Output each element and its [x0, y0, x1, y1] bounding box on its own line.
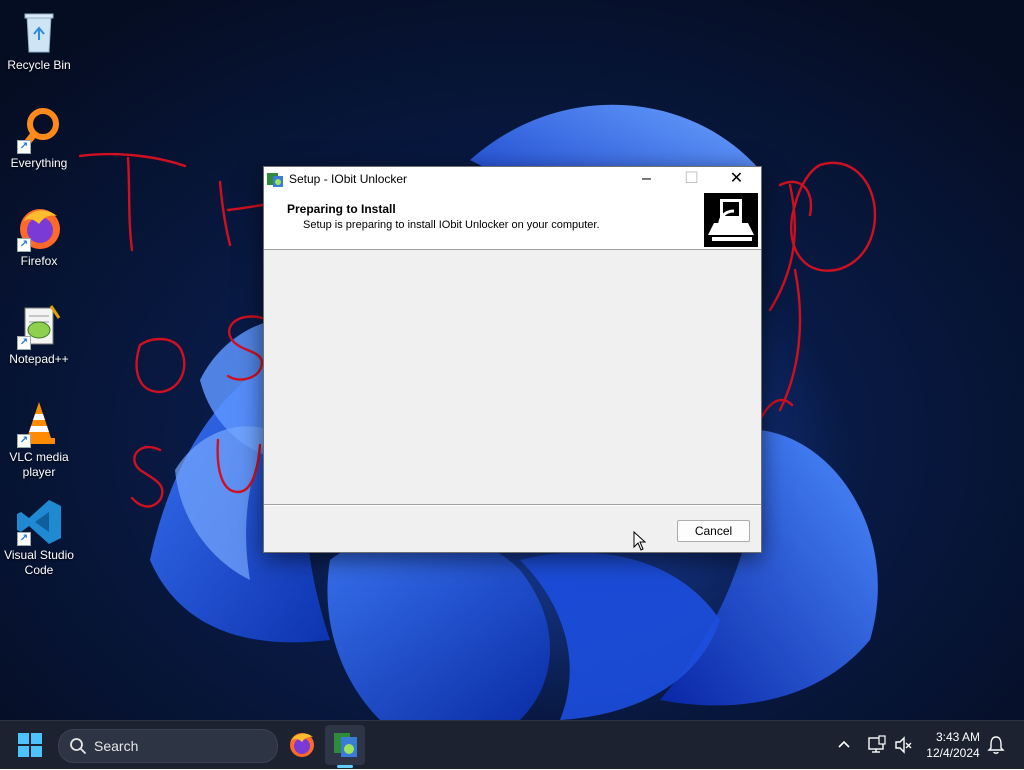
desktop-icon-label: VLC media player	[9, 450, 69, 479]
desktop-icon-recycle-bin[interactable]: Recycle Bin	[0, 8, 78, 73]
vlc-cone-icon: ↗	[15, 400, 63, 448]
minimize-button[interactable]: –	[624, 167, 669, 191]
taskbar-firefox-button[interactable]	[286, 729, 318, 761]
cancel-button[interactable]: Cancel	[677, 520, 750, 542]
window-titlebar[interactable]: Setup - IObit Unlocker – ☐ ✕	[264, 167, 761, 191]
desktop-icon-vlc[interactable]: ↗ VLC media player	[0, 400, 78, 480]
desktop-icon-label: Visual Studio Code	[4, 548, 74, 577]
shortcut-arrow-icon: ↗	[17, 336, 31, 350]
shortcut-arrow-icon: ↗	[17, 238, 31, 252]
clock-date[interactable]: 12/4/2024	[913, 746, 993, 760]
notification-bell-icon[interactable]	[987, 735, 1005, 755]
wizard-body	[264, 250, 761, 504]
wizard-page-subtitle: Setup is preparing to install IObit Unlo…	[303, 219, 600, 231]
volume-muted-icon[interactable]	[894, 735, 914, 755]
firefox-icon: ↗	[15, 204, 63, 252]
setup-app-icon	[267, 173, 283, 187]
close-button[interactable]: ✕	[714, 167, 759, 191]
search-icon	[70, 738, 86, 754]
desktop-icon-vscode[interactable]: ↗ Visual Studio Code	[0, 498, 78, 578]
tray-overflow-chevron-icon[interactable]	[836, 735, 852, 755]
desktop-background: Recycle Bin ↗ Everything ↗ Firefox ↗ Not…	[0, 0, 1024, 720]
desktop-icon-label: Recycle Bin	[7, 58, 71, 72]
taskbar-search-box[interactable]: Search	[58, 729, 278, 763]
wizard-page-title: Preparing to Install	[287, 202, 396, 216]
maximize-button[interactable]: ☐	[669, 167, 714, 191]
footer-divider-highlight	[264, 505, 761, 506]
shortcut-arrow-icon: ↗	[17, 434, 31, 448]
taskbar: Search 3:43 AM 12/4/2024	[0, 720, 1024, 769]
windows-logo-icon	[18, 733, 29, 744]
desktop-icon-everything[interactable]: ↗ Everything	[0, 106, 78, 171]
desktop-icon-notepad-plus-plus[interactable]: ↗ Notepad++	[0, 302, 78, 367]
notepad-plus-plus-icon: ↗	[15, 302, 63, 350]
setup-window[interactable]: Setup - IObit Unlocker – ☐ ✕ Preparing t…	[263, 166, 762, 553]
desktop-icon-label: Everything	[10, 156, 68, 170]
start-button[interactable]	[18, 733, 44, 759]
taskbar-setup-button[interactable]	[325, 725, 365, 765]
desktop-icon-label: Notepad++	[9, 352, 69, 366]
setup-iobit-icon	[334, 733, 357, 757]
network-icon[interactable]	[867, 735, 887, 755]
shortcut-arrow-icon: ↗	[17, 532, 31, 546]
clock-time[interactable]: 3:43 AM	[918, 730, 998, 744]
wizard-header: Preparing to Install Setup is preparing …	[264, 191, 761, 250]
firefox-icon	[290, 733, 314, 757]
recycle-bin-icon	[15, 8, 63, 56]
shortcut-arrow-icon: ↗	[17, 140, 31, 154]
installer-computer-icon	[704, 193, 758, 247]
desktop-icon-firefox[interactable]: ↗ Firefox	[0, 204, 78, 269]
search-placeholder: Search	[94, 738, 139, 754]
everything-icon: ↗	[15, 106, 63, 154]
mouse-cursor-icon	[633, 531, 647, 551]
window-title: Setup - IObit Unlocker	[289, 172, 408, 186]
desktop-icon-label: Firefox	[20, 254, 58, 268]
vscode-icon: ↗	[15, 498, 63, 546]
